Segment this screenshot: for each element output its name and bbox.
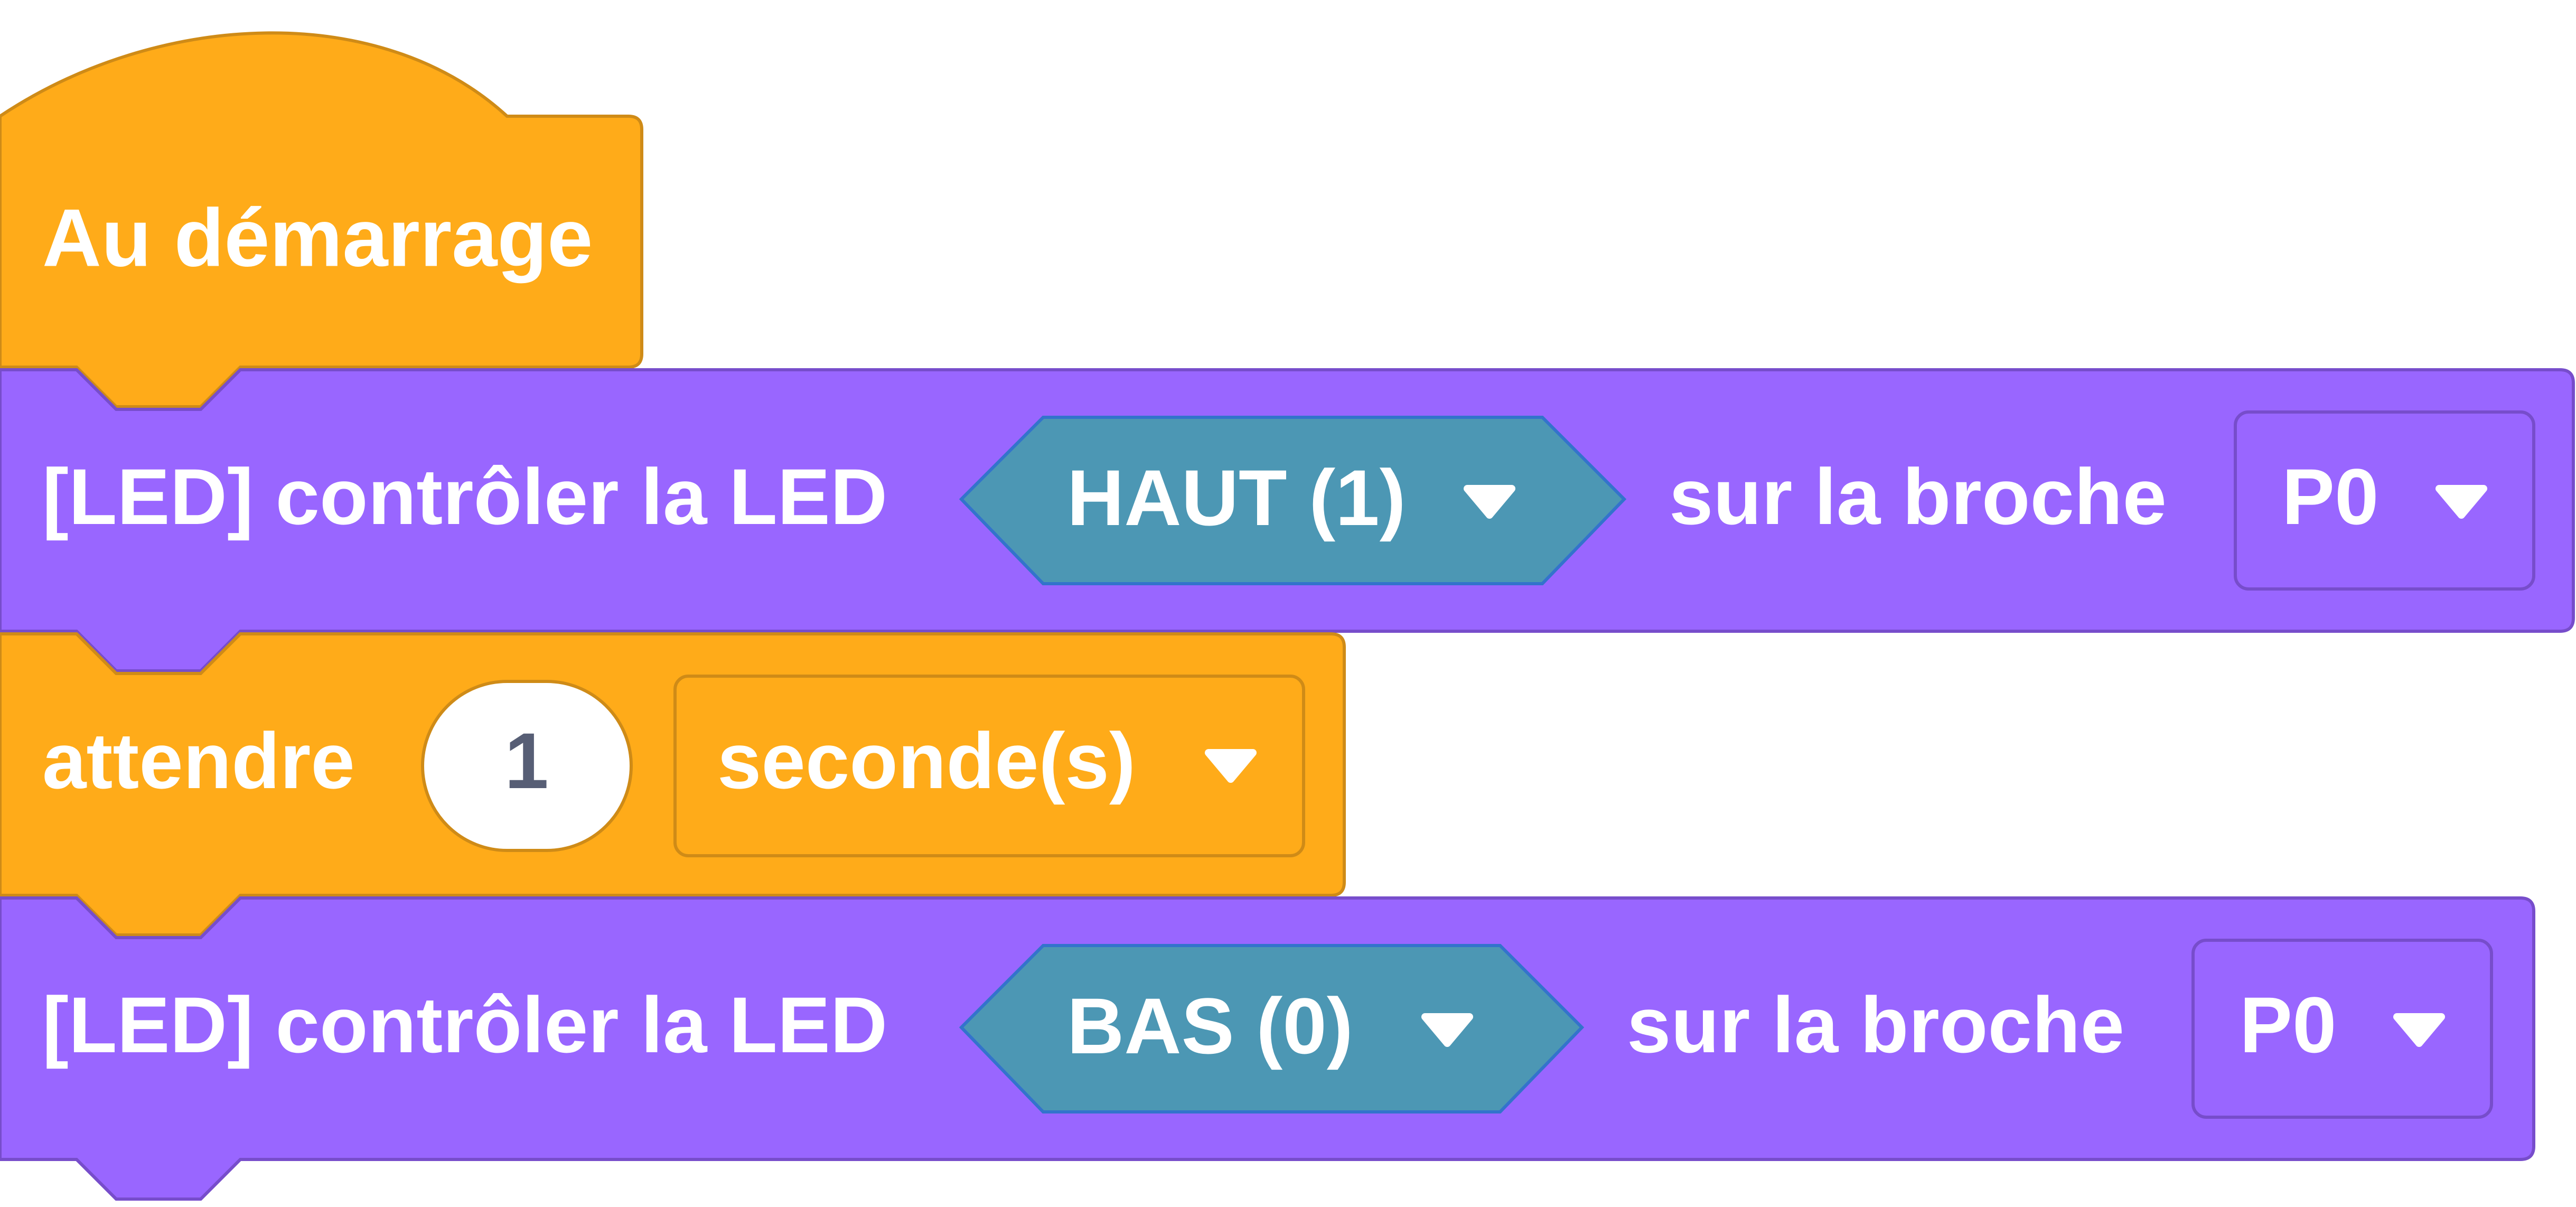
wait-block[interactable]: attendre 1 seconde(s) [0,632,1346,937]
led-state-value-1: HAUT (1) [1067,453,1406,542]
led-state-value-2: BAS (0) [1067,981,1353,1070]
hat-block-au-demarrage[interactable]: Au démarrage [0,31,643,408]
script-canvas: Au démarrage [LED] contrôler la LED HAUT… [0,0,2576,1204]
pin-value-1: P0 [2282,452,2378,541]
led-block-1-pin-label: sur la broche [1669,452,2167,541]
led-control-block-2[interactable]: [LED] contrôler la LED BAS (0) sur la br… [0,896,2535,1201]
pin-dropdown-1[interactable]: P0 [2234,410,2535,591]
led-block-1-label: [LED] contrôler la LED [42,452,887,541]
led-block-2-pin-label: sur la broche [1627,980,2124,1069]
wait-duration-value: 1 [504,716,548,805]
wait-block-label: attendre [42,716,355,805]
wait-duration-input[interactable]: 1 [421,680,633,852]
pin-dropdown-1-shape [2234,410,2535,591]
time-unit-value: seconde(s) [717,716,1136,805]
pin-dropdown-2[interactable]: P0 [2191,939,2493,1119]
pin-dropdown-2-shape [2191,939,2493,1119]
hat-block-label: Au démarrage [42,192,593,284]
led-control-block-1[interactable]: [LED] contrôler la LED HAUT (1) sur la b… [0,368,2575,672]
led-state-dropdown-1[interactable]: HAUT (1) [959,416,1627,585]
time-unit-dropdown[interactable]: seconde(s) [673,675,1305,857]
pin-value-2: P0 [2240,980,2336,1069]
blocks-svg: Au démarrage [LED] contrôler la LED HAUT… [0,31,2575,1201]
led-state-dropdown-2[interactable]: BAS (0) [959,944,1585,1114]
led-block-2-label: [LED] contrôler la LED [42,980,887,1069]
